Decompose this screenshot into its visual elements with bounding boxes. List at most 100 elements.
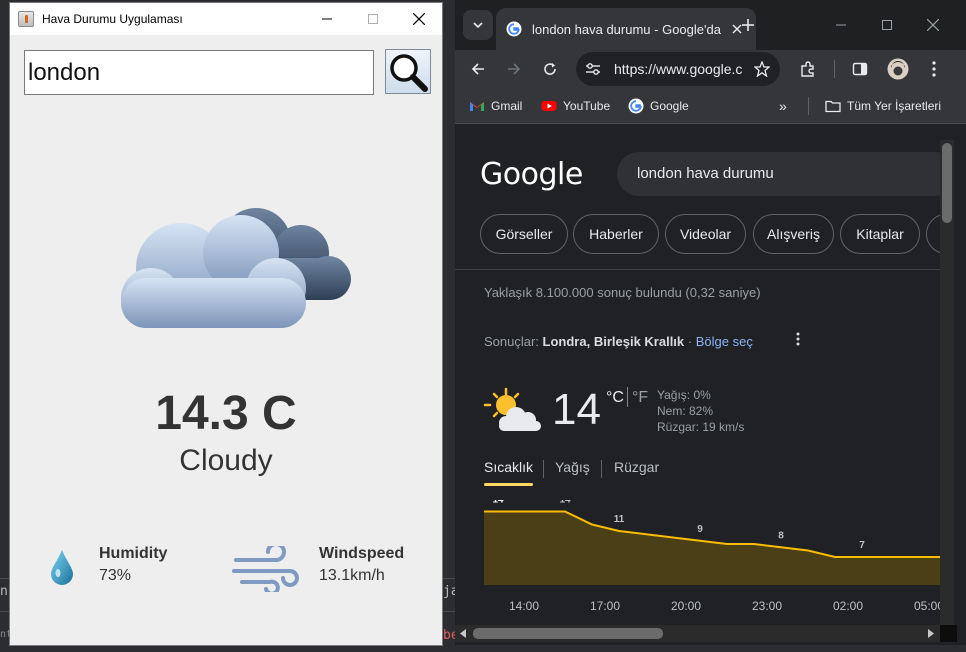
maximize-button[interactable]	[864, 10, 910, 40]
folder-icon	[825, 100, 841, 113]
humidity-icon	[51, 550, 73, 585]
google-logo[interactable]: Google	[480, 157, 583, 192]
weather-humidity: Nem: 82%	[657, 404, 714, 418]
maximize-button[interactable]	[350, 3, 396, 35]
temperature-area	[484, 511, 940, 585]
windspeed-label: Windspeed	[319, 545, 405, 562]
wind-icon	[232, 546, 299, 592]
search-button[interactable]	[385, 49, 431, 94]
tab-search-button[interactable]	[463, 10, 493, 40]
bookmark-label: Gmail	[491, 99, 523, 113]
horizontal-scrollbar[interactable]	[455, 625, 940, 642]
bookmarks-overflow-button[interactable]: »	[779, 96, 787, 116]
scroll-right-arrow-icon[interactable]	[927, 629, 935, 638]
close-icon	[927, 19, 939, 31]
chip-books[interactable]: Kitaplar	[840, 214, 920, 254]
close-icon	[413, 13, 425, 25]
back-button[interactable]	[464, 55, 492, 83]
chip-videos[interactable]: Videolar	[665, 214, 746, 254]
tab-title: london hava durumu - Google'da Ara	[532, 21, 722, 37]
bookmark-gmail[interactable]: Gmail	[469, 96, 522, 116]
tab-temperature[interactable]: Sıcaklık	[484, 459, 533, 475]
youtube-icon	[541, 101, 557, 111]
vertical-scrollbar[interactable]	[940, 140, 954, 625]
plus-icon	[742, 19, 754, 31]
vertical-scrollbar-thumb[interactable]	[942, 143, 952, 223]
forward-button[interactable]	[500, 55, 528, 83]
tab-wind[interactable]: Rüzgar	[614, 459, 659, 475]
java-app-icon	[18, 11, 34, 27]
humidity-label: Humidity	[99, 545, 168, 562]
arrow-left-icon	[471, 63, 484, 75]
extensions-button[interactable]	[794, 55, 822, 83]
x-tick-label: 23:00	[752, 599, 782, 613]
result-stats: Yaklaşık 8.100.000 sonuç bulundu (0,32 s…	[484, 285, 761, 300]
x-tick-label: 05:00	[914, 599, 940, 613]
unit-celsius-toggle[interactable]: °C	[606, 389, 624, 407]
results-divider	[455, 269, 940, 270]
weather-tab-separator	[543, 460, 544, 478]
magnifier-icon	[390, 53, 428, 92]
close-button[interactable]	[396, 3, 442, 35]
reload-button[interactable]	[536, 55, 564, 83]
minimize-button[interactable]	[304, 3, 350, 35]
close-window-button[interactable]	[910, 10, 956, 40]
results-location: Londra, Birleşik Krallık	[542, 334, 685, 349]
google-favicon-icon	[628, 98, 644, 114]
url-text[interactable]: https://www.google.com/search?q=london+h…	[614, 61, 742, 77]
choose-region-link[interactable]: Bölge seç	[696, 334, 753, 349]
minimize-icon	[836, 24, 846, 26]
google-favicon-icon	[506, 21, 522, 37]
data-label: 14	[492, 500, 504, 506]
results-for-separator: ·	[687, 334, 693, 349]
chip-news[interactable]: Haberler	[573, 214, 659, 254]
side-panel-icon	[852, 62, 868, 76]
location-options-button[interactable]	[792, 332, 804, 352]
google-results-page: Google london hava durumu Görseller Habe…	[455, 125, 940, 645]
unit-fahrenheit-toggle[interactable]: °F	[632, 389, 648, 407]
bookmark-star-icon[interactable]	[753, 60, 771, 82]
google-search-input[interactable]: london hava durumu	[617, 152, 940, 196]
chip-more[interactable]	[926, 214, 940, 254]
data-label: 14	[559, 500, 571, 506]
scrollbar-corner	[940, 625, 957, 642]
cloudy-icon	[121, 208, 351, 328]
gmail-icon	[470, 102, 484, 111]
side-panel-button[interactable]	[846, 55, 874, 83]
all-bookmarks-button[interactable]: Tüm Yer İşaretleri	[825, 96, 941, 116]
city-search-input[interactable]: london	[24, 50, 374, 95]
puzzle-icon	[801, 61, 814, 77]
profile-avatar[interactable]	[884, 55, 912, 83]
weather-wind: Rüzgar: 19 km/s	[657, 420, 745, 434]
bookmark-youtube[interactable]: YouTube	[541, 96, 610, 116]
bookmarks-bar: Gmail YouTube Google » Tüm Yer İşaretler…	[455, 88, 966, 124]
avatar-icon	[887, 58, 909, 80]
horizontal-scrollbar-thumb[interactable]	[473, 628, 663, 639]
scroll-left-arrow-icon[interactable]	[459, 629, 467, 638]
weather-precipitation: Yağış: 0%	[657, 388, 711, 402]
data-label: 11	[614, 514, 625, 525]
address-bar[interactable]: https://www.google.com/search?q=london+h…	[576, 52, 780, 86]
tab-precipitation[interactable]: Yağış	[555, 459, 590, 475]
temperature-label: 14.3 C	[155, 387, 297, 440]
tab-strip: london hava durumu - Google'da Ara	[455, 0, 966, 50]
chip-shopping[interactable]: Alışveriş	[753, 214, 834, 254]
kebab-menu-icon	[796, 332, 800, 346]
data-label: 9	[697, 524, 703, 535]
results-location-line: Sonuçlar: Londra, Birleşik Krallık · Böl…	[484, 334, 753, 349]
x-tick-label: 17:00	[590, 599, 620, 613]
toolbar-divider	[834, 60, 835, 78]
minimize-button[interactable]	[818, 10, 864, 40]
temperature-chart: 14 14 11 9 8 7 14:00 17:00 20:00 23:00 02:00 05:00	[484, 500, 940, 613]
chrome-menu-button[interactable]	[920, 55, 948, 83]
data-label: 7	[859, 540, 865, 551]
site-settings-icon[interactable]	[584, 60, 602, 78]
x-tick-label: 14:00	[509, 599, 539, 613]
new-tab-button[interactable]	[736, 13, 760, 37]
browser-tab[interactable]: london hava durumu - Google'da Ara	[496, 8, 756, 50]
bookmark-google[interactable]: Google	[628, 96, 689, 116]
partly-cloudy-icon	[483, 387, 541, 431]
weather-tab-separator	[601, 460, 602, 478]
chip-images[interactable]: Görseller	[480, 214, 568, 254]
humidity-value: 73%	[99, 567, 132, 584]
